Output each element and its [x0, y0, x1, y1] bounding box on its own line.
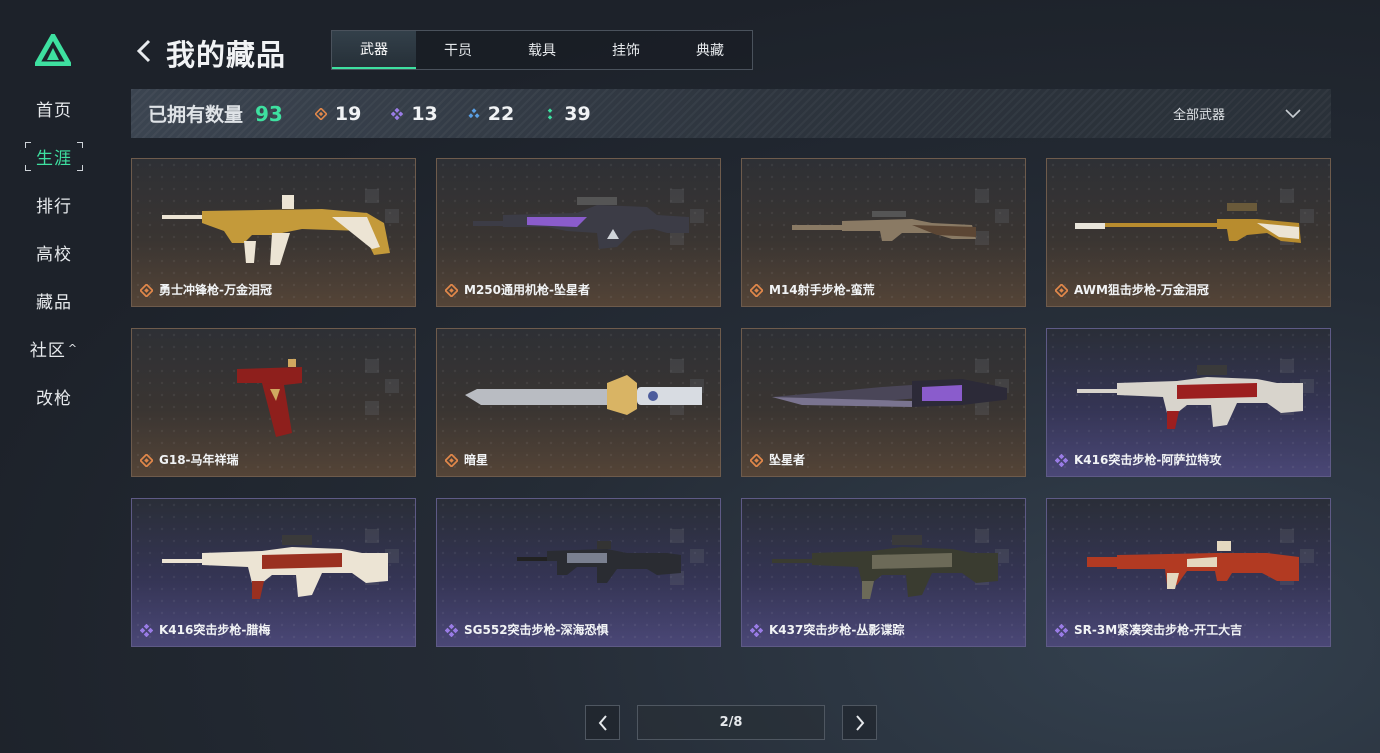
next-page-button[interactable]	[842, 705, 877, 740]
rarity-count: 19	[314, 102, 362, 125]
weapon-image	[1075, 203, 1301, 243]
weapon-image	[237, 359, 302, 437]
tab[interactable]: 挂饰	[584, 31, 668, 69]
caret-up-icon: ^	[67, 341, 79, 355]
sidebar-item-label: 改枪	[36, 388, 72, 409]
chevron-down-icon	[1285, 108, 1301, 118]
collection-card[interactable]: K416突击步枪-腊梅	[131, 498, 416, 647]
weapon-image	[772, 535, 998, 599]
weapon-image	[517, 541, 681, 583]
sidebar-item[interactable]: 生涯	[22, 132, 86, 180]
weapon-image	[772, 379, 1007, 407]
card-name: K437突击步枪-丛影谍踪	[769, 623, 905, 637]
purple-diamond-icon	[750, 624, 763, 637]
rarity-count-value: 19	[334, 102, 362, 125]
orange-diamond-icon	[445, 454, 458, 467]
sidebar-item[interactable]: 首页	[22, 84, 86, 132]
filter-label: 全部武器	[1172, 108, 1225, 123]
sidebar-nav: 首页生涯排行高校藏品社区 ^ 改枪	[22, 84, 86, 420]
collection-card[interactable]: K416突击步枪-阿萨拉特攻	[1046, 328, 1331, 477]
chevron-left-icon	[598, 714, 607, 731]
collection-card[interactable]: 勇士冲锋枪-万金泪冠	[131, 158, 416, 307]
sidebar-item-label: 排行	[36, 196, 72, 217]
collection-card[interactable]: AWM狙击步枪-万金泪冠	[1046, 158, 1331, 307]
stats-bar: 已拥有数量 93 19 13 22 39 全部武器	[131, 89, 1331, 138]
orange-diamond-icon	[750, 284, 763, 297]
tab[interactable]: 典藏	[668, 31, 752, 69]
card-name: K416突击步枪-阿萨拉特攻	[1074, 453, 1222, 467]
weapon-image	[162, 535, 388, 599]
category-tabs: 武器 干员 载具 挂饰 典藏	[331, 30, 753, 70]
card-name: 坠星者	[769, 453, 806, 467]
app-logo-icon[interactable]	[35, 34, 71, 66]
rarity-count-value: 39	[564, 102, 591, 125]
blue-triangle-icon	[468, 107, 480, 118]
page-indicator: 2/8	[637, 705, 825, 740]
card-name: M14射手步枪-蛮荒	[769, 283, 875, 297]
rarity-count-value: 22	[487, 102, 515, 125]
sidebar-item-label: 首页	[36, 100, 72, 121]
card-name: SG552突击步枪-深海恐惧	[464, 623, 609, 637]
orange-diamond-icon	[445, 284, 458, 297]
rarity-count: 39	[544, 102, 591, 125]
chevron-right-icon	[855, 714, 864, 731]
collection-card[interactable]: G18-马年祥瑞	[131, 328, 416, 477]
card-name: G18-马年祥瑞	[159, 453, 239, 467]
sidebar-item[interactable]: 排行	[22, 180, 86, 228]
sidebar-item[interactable]: 藏品	[22, 276, 86, 324]
card-name: SR-3M紧凑突击步枪-开工大吉	[1074, 623, 1243, 637]
purple-diamond-icon	[391, 107, 404, 120]
card-name: 暗星	[464, 453, 489, 467]
orange-diamond-icon	[140, 284, 153, 297]
orange-diamond-icon	[750, 454, 763, 467]
weapon-image	[1077, 365, 1303, 429]
tab[interactable]: 武器	[332, 31, 416, 69]
purple-diamond-icon	[140, 624, 153, 637]
tab[interactable]: 干员	[416, 31, 500, 69]
green-dots-icon	[547, 107, 553, 120]
weapon-image	[465, 375, 702, 415]
purple-diamond-icon	[445, 624, 458, 637]
sidebar-item[interactable]: 高校	[22, 228, 86, 276]
collection-card[interactable]: 坠星者	[741, 328, 1026, 477]
collection-card[interactable]: 暗星	[436, 328, 721, 477]
weapon-filter-dropdown[interactable]: 全部武器	[1173, 89, 1301, 138]
sidebar-item-label: 生涯	[24, 141, 84, 172]
collection-card[interactable]: M14射手步枪-蛮荒	[741, 158, 1026, 307]
sidebar-item[interactable]: 改枪	[22, 372, 86, 420]
weapon-image	[473, 197, 689, 249]
collection-card[interactable]: K437突击步枪-丛影谍踪	[741, 498, 1026, 647]
sidebar-item-label: 社区	[29, 340, 66, 361]
weapon-image	[162, 195, 390, 265]
page-title: 我的藏品	[166, 38, 287, 72]
prev-page-button[interactable]	[585, 705, 620, 740]
card-name: M250通用机枪-坠星者	[464, 283, 590, 297]
card-name: K416突击步枪-腊梅	[159, 623, 271, 637]
rarity-count: 13	[391, 102, 438, 125]
owned-label: 已拥有数量	[148, 104, 244, 126]
collection-card[interactable]: M250通用机枪-坠星者	[436, 158, 721, 307]
card-name: 勇士冲锋枪-万金泪冠	[159, 283, 272, 297]
sidebar-item-label: 高校	[36, 244, 72, 265]
rarity-count: 22	[468, 103, 514, 125]
orange-diamond-icon	[1055, 284, 1068, 297]
collection-card[interactable]: SG552突击步枪-深海恐惧	[436, 498, 721, 647]
back-arrow-icon[interactable]	[134, 38, 154, 64]
weapon-image	[1087, 541, 1299, 589]
tab[interactable]: 载具	[500, 31, 584, 69]
card-name: AWM狙击步枪-万金泪冠	[1074, 283, 1209, 297]
purple-diamond-icon	[1055, 624, 1068, 637]
orange-diamond-icon	[140, 454, 153, 467]
collection-card[interactable]: SR-3M紧凑突击步枪-开工大吉	[1046, 498, 1331, 647]
sidebar-item[interactable]: 社区 ^	[22, 324, 86, 372]
rarity-count-value: 13	[411, 102, 438, 125]
sidebar-item-label: 藏品	[36, 292, 72, 313]
owned-count: 93	[255, 101, 283, 126]
orange-diamond-icon	[314, 107, 327, 120]
purple-diamond-icon	[1055, 454, 1068, 467]
weapon-image	[792, 211, 976, 241]
